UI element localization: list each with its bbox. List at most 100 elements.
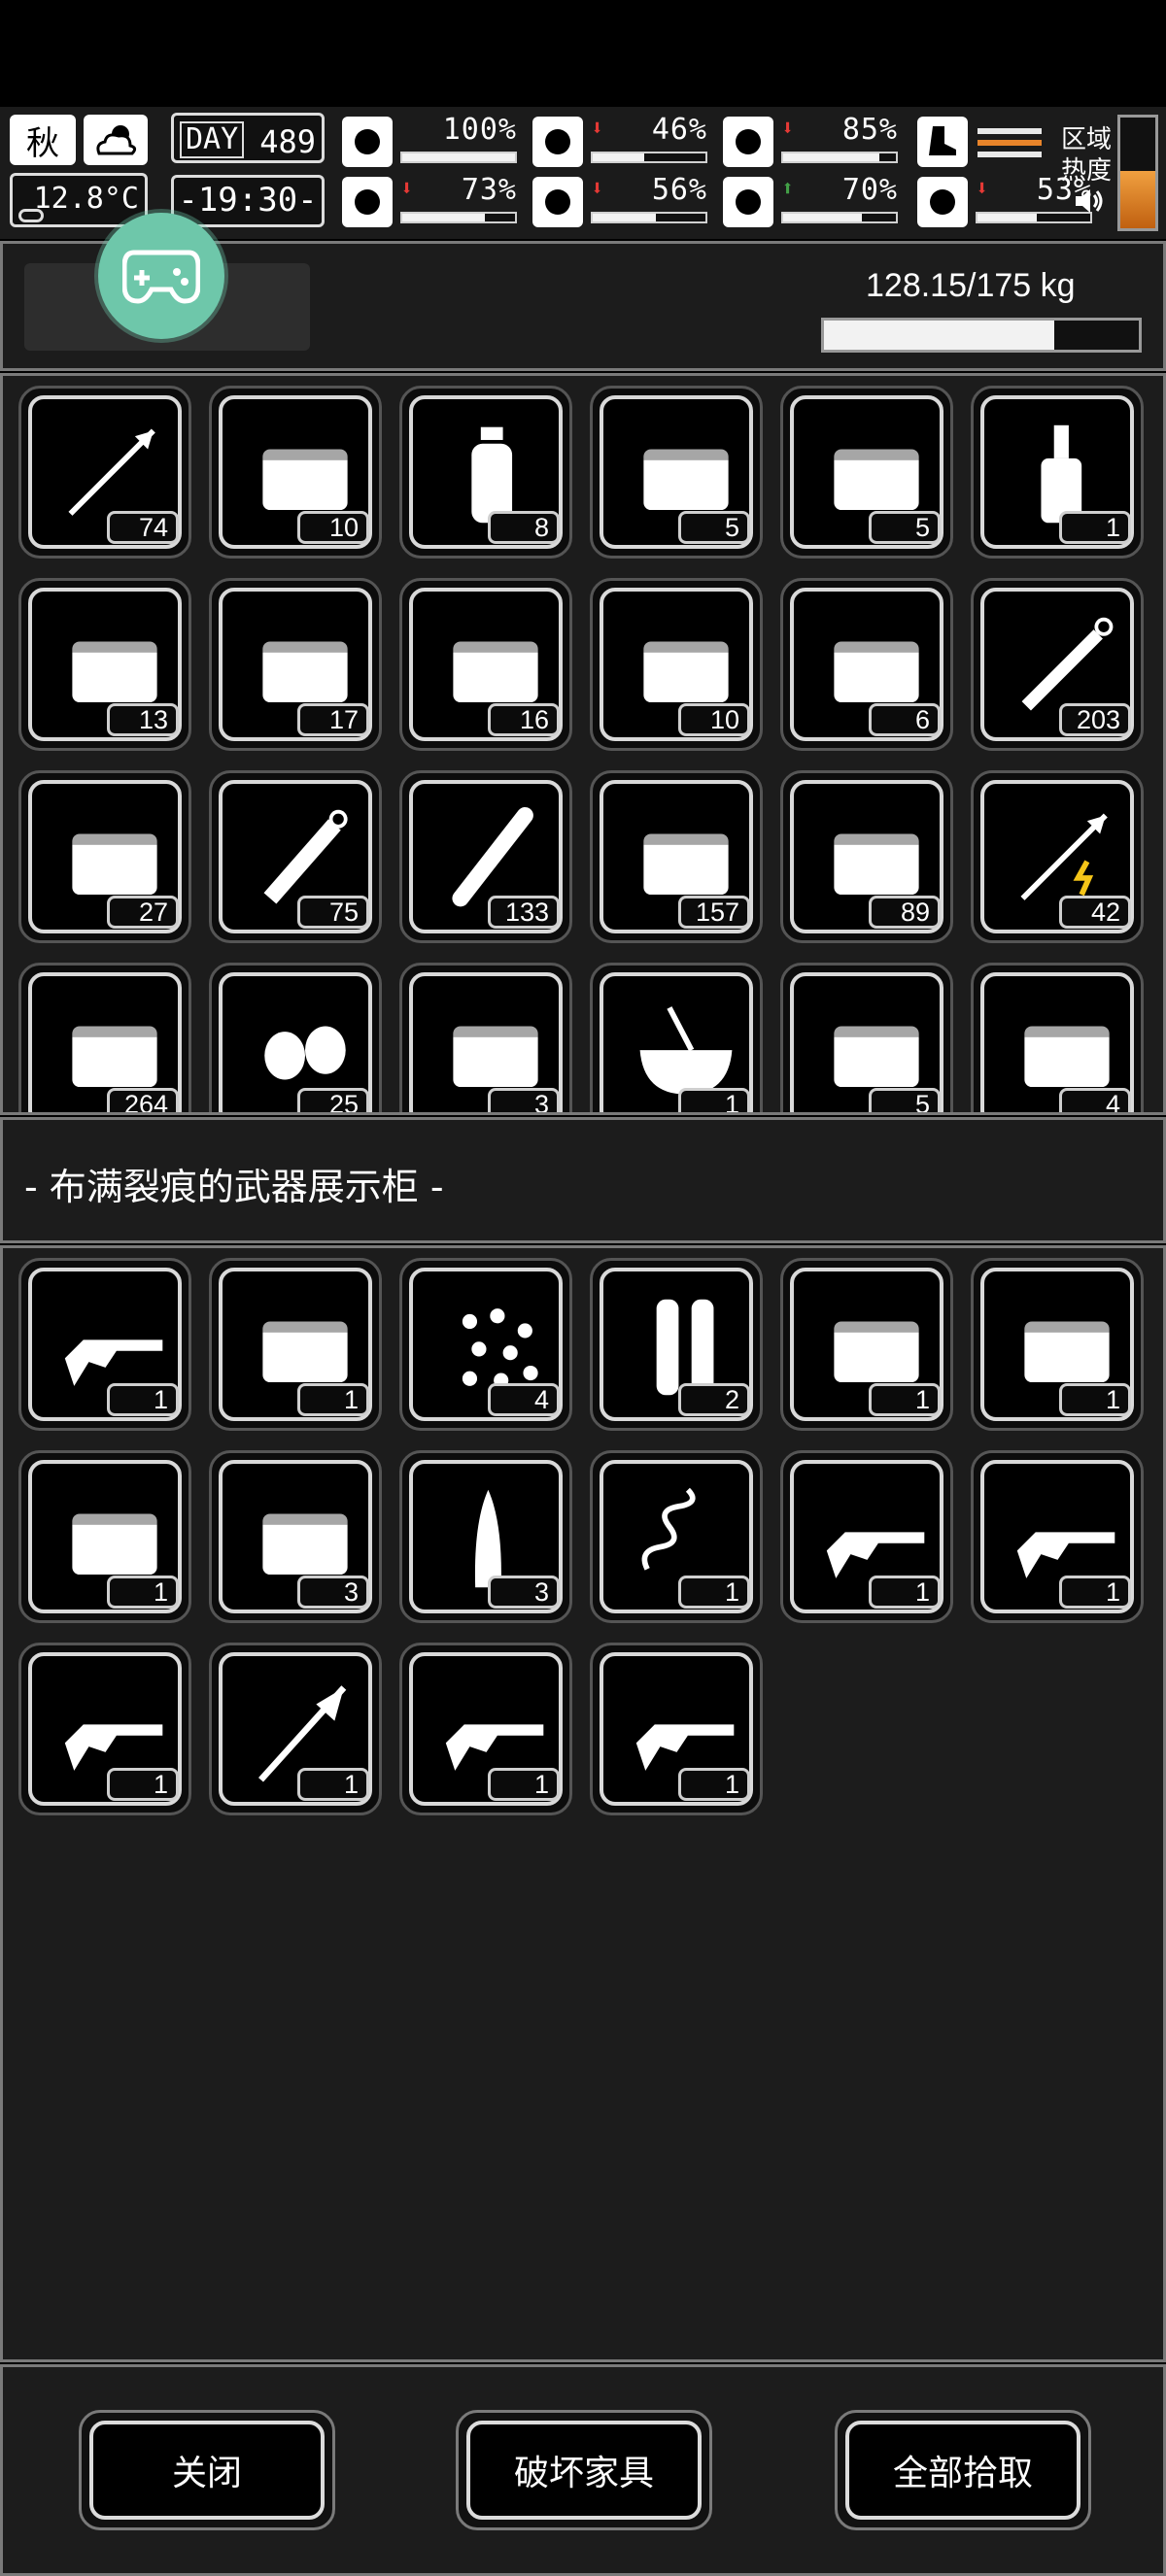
- item-count: 1: [488, 1768, 560, 1801]
- item-slot[interactable]: 1: [780, 1450, 953, 1623]
- boot-icon: [917, 117, 968, 167]
- item-slot[interactable]: 157: [590, 770, 763, 943]
- brain-icon: [342, 177, 393, 227]
- item-count: 4: [488, 1383, 560, 1416]
- item-slot[interactable]: 3: [399, 1450, 572, 1623]
- inventory-header: 128.15/175 kg: [0, 213, 1166, 371]
- stat-bar: [400, 152, 517, 163]
- item-count: 25: [297, 1088, 369, 1112]
- item-count: 1: [1059, 511, 1131, 544]
- item-slot[interactable]: 89: [780, 770, 953, 943]
- item-slot[interactable]: 1: [209, 1643, 382, 1815]
- item-slot[interactable]: 1: [971, 1450, 1144, 1623]
- item-count: 10: [678, 703, 750, 736]
- item-count: 5: [869, 1088, 941, 1112]
- item-slot[interactable]: 1: [971, 386, 1144, 559]
- item-count: 1: [107, 1383, 179, 1416]
- boot-icon: [917, 177, 968, 227]
- water-drop-icon: [532, 177, 583, 227]
- stat-value: 70%: [841, 173, 898, 207]
- item-count: 203: [1059, 703, 1131, 736]
- item-slot[interactable]: 1: [590, 1643, 763, 1815]
- item-slot[interactable]: 2: [590, 1258, 763, 1431]
- item-count: 157: [678, 896, 750, 929]
- item-count: 42: [1059, 896, 1131, 929]
- item-slot[interactable]: 4: [971, 963, 1144, 1112]
- stat-value: 100%: [442, 113, 517, 147]
- item-slot[interactable]: 75: [209, 770, 382, 943]
- item-slot[interactable]: 5: [590, 386, 763, 559]
- stat-bar: [400, 212, 517, 223]
- item-slot[interactable]: 17: [209, 578, 382, 751]
- item-count: 1: [297, 1768, 369, 1801]
- item-count: 27: [107, 896, 179, 929]
- item-slot[interactable]: 5: [780, 386, 953, 559]
- item-slot[interactable]: 1: [18, 1643, 191, 1815]
- item-slot[interactable]: 1: [780, 1258, 953, 1431]
- item-count: 264: [107, 1088, 179, 1112]
- item-count: 17: [297, 703, 369, 736]
- clock-value: 19:30: [197, 181, 298, 220]
- item-count: 1: [869, 1576, 941, 1609]
- pick-up-all-button[interactable]: 全部拾取: [835, 2410, 1091, 2530]
- item-slot[interactable]: 10: [209, 386, 382, 559]
- item-slot[interactable]: 74: [18, 386, 191, 559]
- stat-bar: [781, 152, 898, 163]
- item-slot[interactable]: 1: [590, 963, 763, 1112]
- stomach-icon: [532, 117, 583, 167]
- stat-stamina: [917, 115, 1049, 169]
- item-slot[interactable]: 3: [399, 963, 572, 1112]
- container-title: - 布满裂痕的武器展示柜 -: [24, 1166, 444, 1208]
- item-slot[interactable]: 1: [209, 1258, 382, 1431]
- item-slot[interactable]: 5: [780, 963, 953, 1112]
- item-count: 1: [869, 1383, 941, 1416]
- item-count: 3: [488, 1088, 560, 1112]
- item-slot[interactable]: 27: [18, 770, 191, 943]
- item-slot[interactable]: 16: [399, 578, 572, 751]
- item-slot[interactable]: 1: [971, 1258, 1144, 1431]
- item-slot[interactable]: 42: [971, 770, 1144, 943]
- stat-value: 85%: [841, 113, 898, 147]
- trend-down-icon: ⬇: [976, 177, 989, 201]
- item-count: 13: [107, 703, 179, 736]
- item-count: 1: [678, 1088, 750, 1112]
- item-slot[interactable]: 25: [209, 963, 382, 1112]
- container-grid[interactable]: 1 1 4 2 1 1 1 3 3 1 1 1 1 1 1 1: [0, 1245, 1166, 2362]
- gamepad-float-button[interactable]: [98, 213, 224, 339]
- item-slot[interactable]: 13: [18, 578, 191, 751]
- stat-health: 100%: [342, 113, 521, 169]
- item-slot[interactable]: 264: [18, 963, 191, 1112]
- stat-value: 46%: [651, 113, 707, 147]
- item-count: 10: [297, 511, 369, 544]
- item-count: 74: [107, 511, 179, 544]
- item-slot[interactable]: 10: [590, 578, 763, 751]
- item-count: 133: [488, 896, 560, 929]
- destroy-furniture-button[interactable]: 破坏家具: [456, 2410, 712, 2530]
- item-slot[interactable]: 4: [399, 1258, 572, 1431]
- item-count: 16: [488, 703, 560, 736]
- item-slot[interactable]: 203: [971, 578, 1144, 751]
- item-slot[interactable]: 1: [590, 1450, 763, 1623]
- item-count: 75: [297, 896, 369, 929]
- item-count: 3: [488, 1576, 560, 1609]
- item-slot[interactable]: 8: [399, 386, 572, 559]
- day-box: DAY 489: [171, 113, 325, 163]
- container-header: - 布满裂痕的武器展示柜 -: [0, 1117, 1166, 1243]
- item-slot[interactable]: 1: [18, 1450, 191, 1623]
- speaker-icon[interactable]: [1073, 185, 1106, 218]
- close-button[interactable]: 关闭: [79, 2410, 335, 2530]
- item-count: 1: [1059, 1383, 1131, 1416]
- item-count: 1: [297, 1383, 369, 1416]
- item-slot[interactable]: 133: [399, 770, 572, 943]
- temperature-value: 12.8°C: [33, 182, 139, 216]
- item-slot[interactable]: 1: [18, 1258, 191, 1431]
- action-bar: 关闭 破坏家具 全部拾取: [0, 2364, 1166, 2576]
- item-slot[interactable]: 6: [780, 578, 953, 751]
- inventory-grid[interactable]: 74 10 8 5 5 1 13 17 16 10 6 203 27 75 133 157 89 42 264 25 3…: [0, 373, 1166, 1115]
- stat-value: 73%: [461, 173, 517, 207]
- item-slot[interactable]: 3: [209, 1450, 382, 1623]
- item-count: 1: [678, 1768, 750, 1801]
- item-slot[interactable]: 1: [399, 1643, 572, 1815]
- item-count: 1: [107, 1768, 179, 1801]
- weight-bar: [821, 318, 1142, 353]
